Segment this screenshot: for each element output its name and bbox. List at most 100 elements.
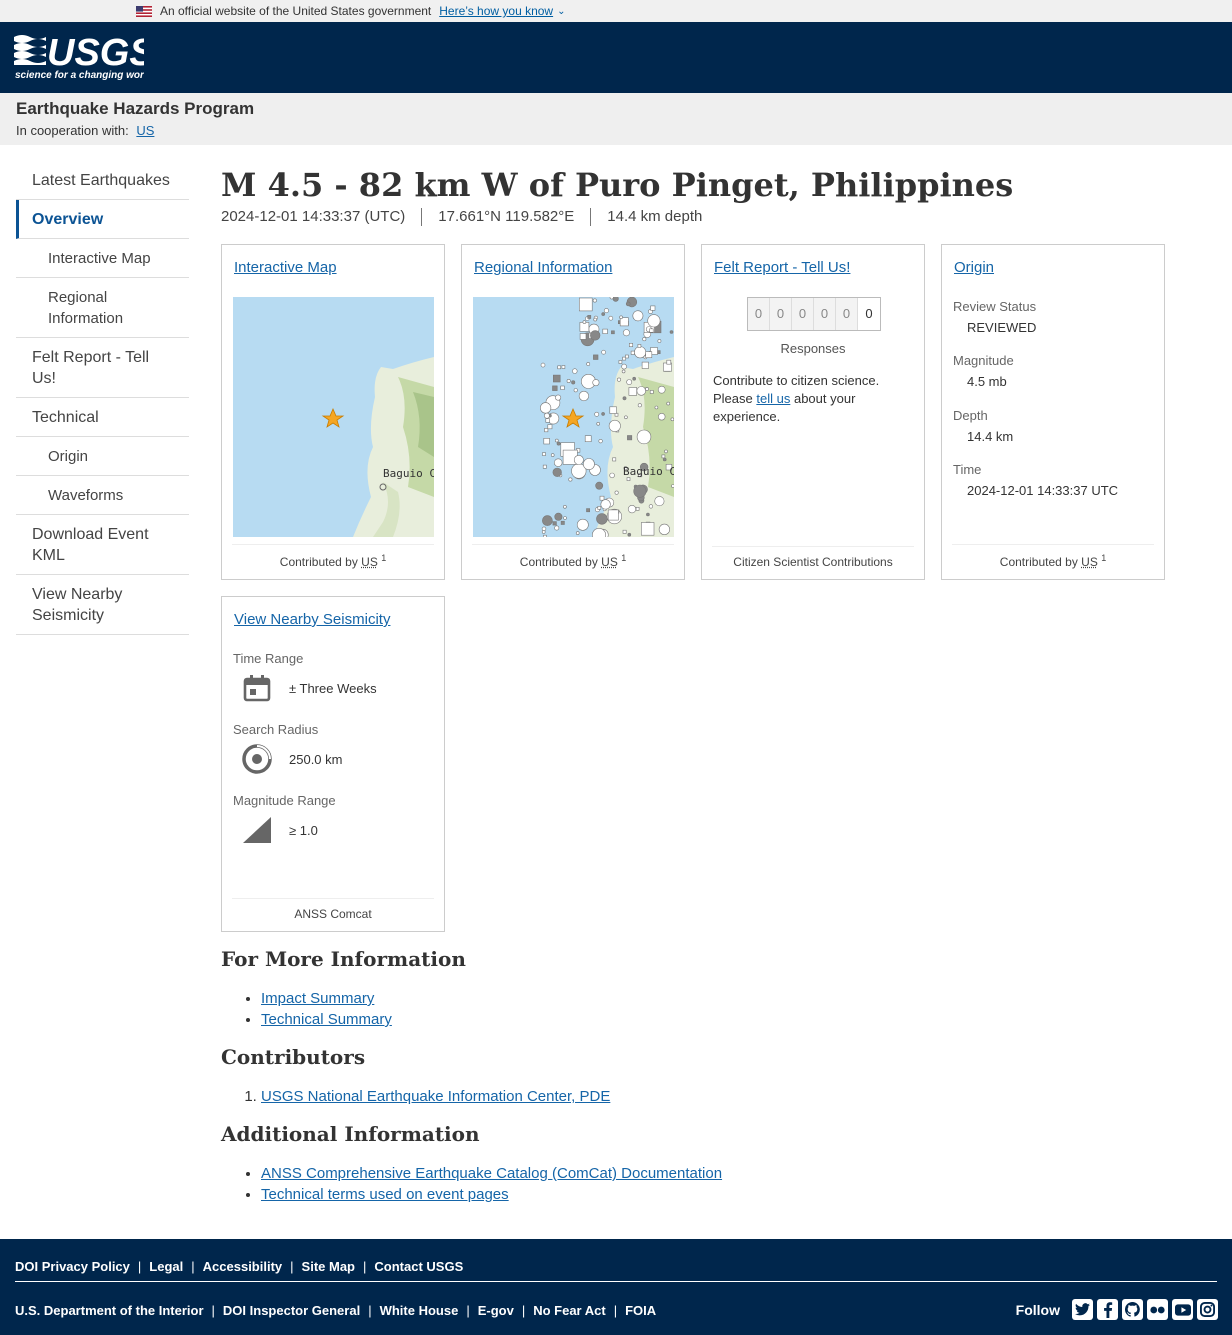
footer-bottom-links: U.S. Department of the Interior | DOI Ins… xyxy=(15,1303,657,1318)
footer-link-accessibility[interactable]: Accessibility xyxy=(203,1259,283,1274)
seismicity-marker xyxy=(622,529,627,534)
neic-contributor-link[interactable]: USGS National Earthquake Information Cen… xyxy=(261,1088,610,1105)
sidebar-item-overview[interactable]: Overview xyxy=(16,200,189,239)
footer-link-foia[interactable]: FOIA xyxy=(625,1303,656,1318)
seismicity-marker xyxy=(645,387,649,391)
seismicity-marker xyxy=(622,396,627,401)
seismicity-marker xyxy=(614,490,619,495)
seismicity-marker xyxy=(540,362,546,368)
interactive-map-card[interactable]: Interactive Map Baguio C Contributed by … xyxy=(221,244,445,580)
seismicity-marker xyxy=(601,412,605,416)
interactive-map-thumbnail[interactable]: Baguio C xyxy=(233,297,434,537)
sidebar-item-waveforms[interactable]: Waveforms xyxy=(16,476,189,515)
seismicity-marker xyxy=(669,330,674,334)
comcat-documentation-link[interactable]: ANSS Comprehensive Earthquake Catalog (C… xyxy=(261,1165,722,1182)
sidebar-item-interactive-map[interactable]: Interactive Map xyxy=(16,239,189,278)
footer-link-inspector-general[interactable]: DOI Inspector General xyxy=(223,1303,360,1318)
chevron-down-icon[interactable]: ⌄ xyxy=(557,6,565,17)
footer-link-egov[interactable]: E-gov xyxy=(478,1303,514,1318)
seismicity-marker xyxy=(596,513,608,525)
footer-top-links: DOI Privacy Policy | Legal | Accessibility… xyxy=(15,1259,464,1274)
search-radius-value: 250.0 km xyxy=(289,751,343,767)
seismicity-marker xyxy=(645,351,653,358)
site-title[interactable]: Earthquake Hazards Program xyxy=(16,99,1216,119)
footer-link-contact[interactable]: Contact USGS xyxy=(374,1259,463,1274)
flickr-icon[interactable] xyxy=(1147,1299,1168,1320)
instagram-icon[interactable] xyxy=(1197,1299,1218,1320)
nearby-seismicity-card-title[interactable]: View Nearby Seismicity xyxy=(234,611,390,628)
seismicity-marker xyxy=(554,525,560,531)
seismicity-marker xyxy=(583,458,595,470)
footer-link-legal[interactable]: Legal xyxy=(149,1259,183,1274)
regional-info-card[interactable]: Regional Information Baguio C Contribute… xyxy=(461,244,685,580)
facebook-icon[interactable] xyxy=(1097,1299,1118,1320)
magnitude-value: 4.5 mb xyxy=(967,374,1007,389)
footer-link-doi[interactable]: U.S. Department of the Interior xyxy=(15,1303,204,1318)
seismicity-marker xyxy=(600,499,611,510)
seismicity-marker xyxy=(555,438,559,443)
seismicity-marker xyxy=(636,386,647,396)
seismicity-marker xyxy=(637,403,642,408)
regional-map-thumbnail[interactable]: Baguio C xyxy=(473,297,674,537)
sidebar-item-technical[interactable]: Technical xyxy=(16,398,189,437)
regional-info-card-footer: Contributed by US 1 xyxy=(472,544,674,569)
impact-summary-link[interactable]: Impact Summary xyxy=(261,990,374,1007)
sidebar-item-download-kml[interactable]: Download Event KML xyxy=(16,515,189,575)
footer-link-privacy[interactable]: DOI Privacy Policy xyxy=(15,1259,130,1274)
youtube-icon[interactable] xyxy=(1172,1299,1193,1320)
nearby-seismicity-card[interactable]: View Nearby Seismicity Time Range ± Thre… xyxy=(221,596,445,932)
sidebar-item-felt-report[interactable]: Felt Report - Tell Us! xyxy=(16,338,189,398)
footer-link-white-house[interactable]: White House xyxy=(380,1303,459,1318)
sidebar-item-regional-information[interactable]: Regional Information xyxy=(16,278,189,338)
seismicity-marker xyxy=(626,379,633,385)
sidebar-item-latest-earthquakes[interactable]: Latest Earthquakes xyxy=(16,161,189,200)
more-info-list: Impact Summary Technical Summary xyxy=(261,988,1121,1030)
cooperation-us-link[interactable]: US xyxy=(136,123,154,138)
seismicity-marker xyxy=(553,374,561,383)
interactive-map-card-title[interactable]: Interactive Map xyxy=(234,259,337,276)
origin-card-title[interactable]: Origin xyxy=(954,259,994,276)
footer-link-site-map[interactable]: Site Map xyxy=(302,1259,355,1274)
twitter-icon[interactable] xyxy=(1072,1299,1093,1320)
footer-link-no-fear-act[interactable]: No Fear Act xyxy=(533,1303,605,1318)
counter-digit: 0 xyxy=(792,298,814,330)
felt-report-card[interactable]: Felt Report - Tell Us! 0 0 0 0 0 0 Respo… xyxy=(701,244,925,580)
usgs-header: USGS science for a changing world xyxy=(0,22,1232,93)
map-thumbnail-graphic: Baguio C xyxy=(233,297,434,537)
technical-terms-link[interactable]: Technical terms used on event pages xyxy=(261,1186,509,1203)
seismicity-marker xyxy=(543,438,550,445)
additional-info-list: ANSS Comprehensive Earthquake Catalog (C… xyxy=(261,1163,1121,1205)
tell-us-link[interactable]: tell us xyxy=(756,391,790,406)
counter-digit: 0 xyxy=(836,298,858,330)
sidebar-item-nearby-seismicity[interactable]: View Nearby Seismicity xyxy=(16,575,189,635)
technical-summary-link[interactable]: Technical Summary xyxy=(261,1011,392,1028)
seismicity-marker xyxy=(576,518,589,531)
seismicity-marker xyxy=(627,505,637,514)
regional-info-card-title[interactable]: Regional Information xyxy=(474,259,612,276)
sidebar-item-origin[interactable]: Origin xyxy=(16,437,189,476)
sidebar-nav: Latest Earthquakes Overview Interactive … xyxy=(16,161,189,635)
felt-report-card-title[interactable]: Felt Report - Tell Us! xyxy=(714,259,850,276)
seismicity-marker xyxy=(584,435,592,442)
seismicity-marker xyxy=(542,464,547,469)
usgs-logo[interactable]: USGS science for a changing world xyxy=(14,31,144,81)
heres-how-you-know-link[interactable]: Here’s how you know xyxy=(439,4,553,18)
seismicity-marker xyxy=(609,297,614,300)
seismicity-marker xyxy=(573,388,578,393)
depth: Depth 14.4 km xyxy=(953,408,1014,444)
seismicity-marker xyxy=(658,523,670,535)
github-icon[interactable] xyxy=(1122,1299,1143,1320)
list-item: Technical terms used on event pages xyxy=(261,1184,1121,1205)
page-title: M 4.5 - 82 km W of Puro Pinget, Philippi… xyxy=(221,166,1014,204)
seismicity-marker xyxy=(586,362,591,366)
seismicity-marker xyxy=(542,515,553,526)
seismicity-marker xyxy=(542,452,546,456)
cooperation-label: In cooperation with: xyxy=(16,123,129,138)
origin-card[interactable]: Origin Review Status REVIEWED Magnitude … xyxy=(941,244,1165,580)
felt-report-description: Contribute to citizen science. Please te… xyxy=(713,373,880,424)
seismicity-marker xyxy=(544,412,550,419)
additional-info-heading: Additional Information xyxy=(221,1122,480,1146)
contributor-us-abbr: US xyxy=(601,555,618,569)
list-item: USGS National Earthquake Information Cen… xyxy=(261,1086,1121,1107)
seismicity-marker xyxy=(572,368,578,374)
